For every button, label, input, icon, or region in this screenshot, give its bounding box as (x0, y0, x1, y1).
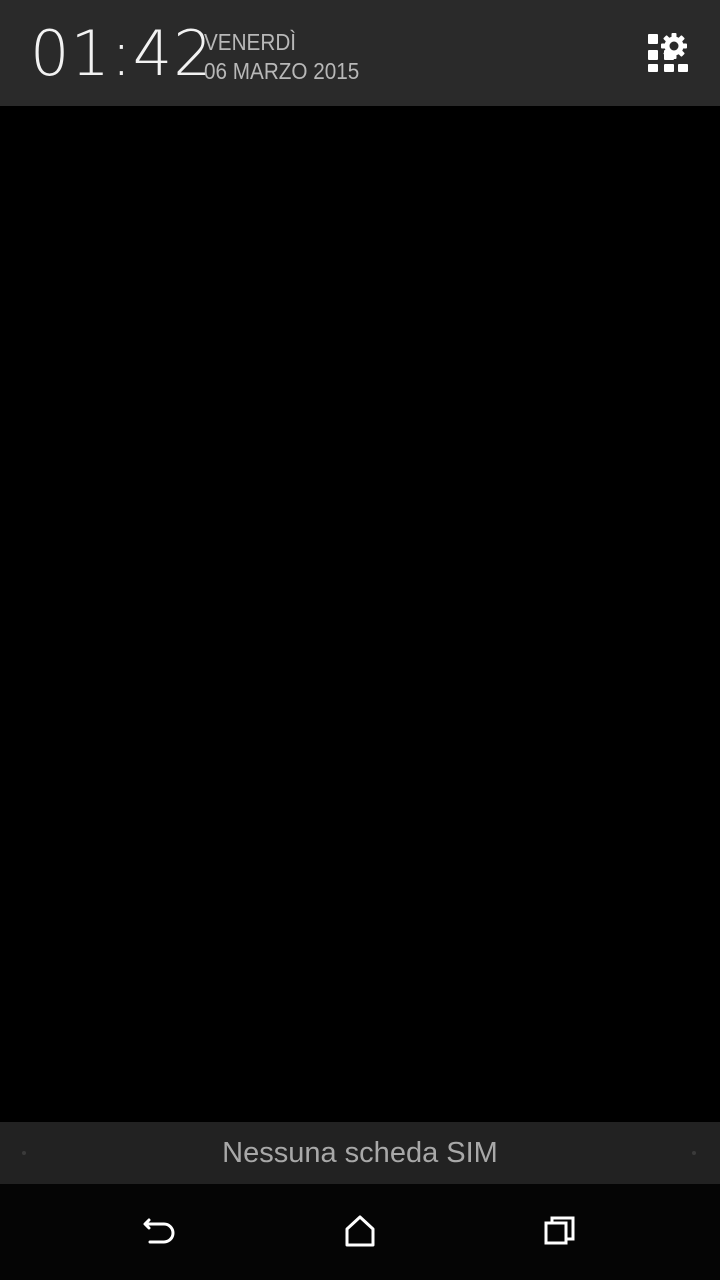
empty-notification-area (0, 106, 720, 1122)
home-icon (345, 1215, 375, 1247)
notification-header: 01:42 VENERDÌ 06 MARZO 2015 (0, 0, 720, 106)
date-label: 06 MARZO 2015 (204, 58, 360, 84)
sim-bar-right-dot (692, 1151, 696, 1155)
no-sim-label: Nessuna scheda SIM (222, 1137, 498, 1169)
recents-icon (544, 1216, 575, 1245)
date-block: VENERDÌ 06 MARZO 2015 (204, 28, 359, 86)
sim-status-bar: Nessuna scheda SIM (0, 1122, 720, 1184)
back-icon (143, 1218, 175, 1244)
quick-settings-button[interactable] (640, 26, 696, 82)
recents-button[interactable] (520, 1202, 600, 1262)
back-button[interactable] (120, 1202, 200, 1262)
day-label: VENERDÌ (204, 29, 297, 55)
clock-time: 01:42 (30, 17, 214, 90)
navigation-bar (0, 1184, 720, 1280)
quick-settings-grid-gear-icon (648, 33, 688, 72)
home-button[interactable] (320, 1202, 400, 1262)
